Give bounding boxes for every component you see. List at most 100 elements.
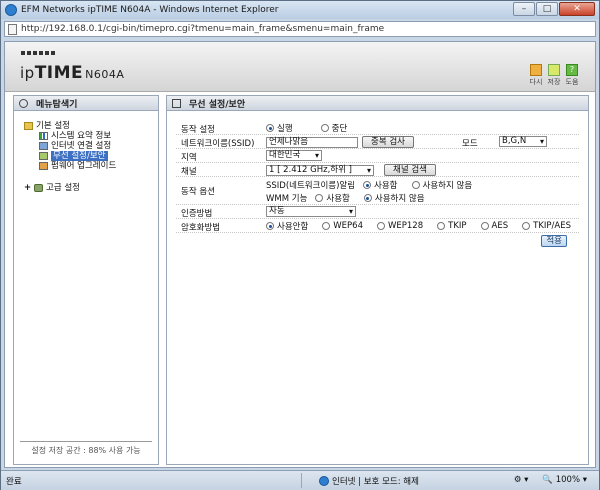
radio-icon[interactable] — [315, 194, 324, 202]
firmware-icon — [39, 162, 48, 170]
sidebar-item-label: 무선 설정/보안 — [51, 151, 108, 161]
wireless-settings-form: 동작 설정 실행 중단 네트워크이름(SSID) 언제나맑음 중복 검사 모드 … — [176, 121, 579, 249]
radio-icon[interactable] — [411, 181, 420, 189]
magnifier-icon — [19, 98, 28, 108]
globe-icon — [319, 476, 329, 486]
save-button[interactable]: 저장 — [547, 64, 561, 87]
encryption-options: 사용안함 WEP64 WEP128 TKIP AES TKIP/AES — [266, 220, 581, 232]
menu-explorer-panel: 메뉴탐색기 기본 설정 시스템 요약 정보 인터넷 연결 설정 무선 설정/보안… — [13, 95, 159, 465]
tree-advanced-settings[interactable]: + 고급 설정 — [24, 183, 116, 193]
close-button[interactable]: ✕ — [559, 2, 595, 16]
help-button[interactable]: ? 도움 — [565, 64, 579, 87]
security-zone-text: 인터넷 | 보호 모드: 해제 — [332, 477, 419, 487]
sidebar-item-label: 시스템 요약 정보 — [51, 131, 112, 141]
region-label: 지역 — [181, 153, 197, 163]
iptime-logo: ipTIME N604A — [20, 63, 124, 83]
region-controls: 대한민국 — [266, 150, 322, 161]
radio-selected-icon[interactable] — [266, 222, 274, 230]
security-zone[interactable]: 인터넷 | 보호 모드: 해제 — [319, 475, 419, 487]
enc-tkip-aes-label: TKIP/AES — [533, 221, 571, 231]
minimize-button[interactable]: – — [513, 2, 535, 16]
router-header: ipTIME N604A 다시 저장 ? 도움 — [5, 42, 595, 92]
mode-select[interactable]: B,G,N — [499, 136, 547, 147]
header-tools: 다시 저장 ? 도움 — [529, 64, 579, 87]
region-row: 지역 대한민국 — [176, 149, 579, 163]
enc-wep64-radio[interactable]: WEP64 — [322, 221, 363, 231]
enc-wep128-radio[interactable]: WEP128 — [377, 221, 423, 231]
page-icon — [8, 23, 17, 35]
enc-wep128-label: WEP128 — [388, 221, 424, 231]
wmm-off-radio[interactable]: 사용하지 않음 — [363, 192, 425, 204]
operation-run-radio[interactable]: 실행 — [266, 122, 293, 134]
ssid-broadcast-off-label: 사용하지 않음 — [422, 181, 473, 191]
ssid-controls: 언제나맑음 중복 검사 — [266, 136, 414, 148]
encryption-row: 암호화방법 사용안함 WEP64 WEP128 TKIP AES TKIP/AE… — [176, 219, 579, 233]
operation-row: 동작 설정 실행 중단 — [176, 121, 579, 135]
status-text: 완료 — [6, 477, 22, 487]
protected-mode-icon[interactable]: ⚙ ▾ — [514, 475, 529, 485]
options-label: 동작 옵션 — [181, 187, 215, 197]
ssid-input[interactable]: 언제나맑음 — [266, 136, 358, 148]
auth-select[interactable]: 자동 — [266, 206, 356, 217]
ssid-broadcast-on-label: 사용함 — [374, 181, 398, 191]
radio-icon[interactable] — [522, 222, 531, 230]
logo-model-text: N604A — [85, 68, 125, 81]
advanced-settings-label: 고급 설정 — [46, 183, 80, 193]
wmm-controls: WMM 기능 사용함 사용하지 않음 — [266, 192, 435, 204]
maximize-button[interactable]: □ — [536, 2, 558, 16]
chart-icon — [39, 132, 48, 140]
window-title: EFM Networks ipTIME N604A - Windows Inte… — [21, 5, 279, 15]
apply-button[interactable]: 적용 — [541, 235, 567, 247]
expand-plus-icon[interactable]: + — [24, 183, 32, 193]
ssid-broadcast-on-radio[interactable]: 사용함 — [363, 179, 398, 191]
tree-basic-settings[interactable]: 기본 설정 — [24, 121, 116, 131]
status-divider — [301, 473, 302, 488]
gear-folder-icon — [34, 184, 43, 192]
sidebar-item-system-summary[interactable]: 시스템 요약 정보 — [24, 131, 116, 141]
operation-stop-radio[interactable]: 중단 — [320, 122, 347, 134]
address-url[interactable]: http://192.168.0.1/cgi-bin/timepro.cgi?t… — [21, 24, 384, 34]
radio-selected-icon[interactable] — [363, 181, 372, 189]
wmm-on-radio[interactable]: 사용함 — [315, 192, 350, 204]
zoom-control[interactable]: 🔍 100% ▾ — [542, 475, 587, 485]
channel-select[interactable]: 1 [ 2.412 GHz,하위 ] — [266, 164, 374, 176]
radio-icon[interactable] — [320, 124, 329, 132]
duplicate-check-button[interactable]: 중복 검사 — [362, 136, 414, 148]
enc-tkip-radio[interactable]: TKIP — [437, 221, 467, 231]
content-header: 무선 설정/보안 — [167, 96, 588, 111]
page-settings-icon — [172, 98, 181, 108]
sidebar-item-firmware-upgrade[interactable]: 펌웨어 업그레이드 — [24, 161, 116, 171]
page-viewport: ipTIME N604A 다시 저장 ? 도움 메뉴탐색기 기본 설정 시스템 … — [4, 41, 596, 468]
sidebar-item-wireless-security[interactable]: 무선 설정/보안 — [24, 151, 116, 161]
radio-icon[interactable] — [322, 222, 331, 230]
channel-controls: 1 [ 2.412 GHz,하위 ] 채널 검색 — [266, 164, 436, 176]
auth-controls: 자동 — [266, 206, 356, 217]
enc-none-radio[interactable]: 사용안함 — [266, 220, 308, 232]
logo-time-text: TIME — [34, 63, 84, 83]
operation-label: 동작 설정 — [181, 125, 215, 135]
status-bar: 완료 인터넷 | 보호 모드: 해제 ⚙ ▾ 🔍 100% ▾ — [1, 470, 599, 490]
address-bar[interactable]: http://192.168.0.1/cgi-bin/timepro.cgi?t… — [4, 21, 596, 37]
ssid-broadcast-controls: SSID(네트워크이름)알림 사용함 사용하지 않음 — [266, 179, 482, 191]
options-row: 동작 옵션 SSID(네트워크이름)알림 사용함 사용하지 않음 WMM 기능 … — [176, 177, 579, 205]
help-label: 도움 — [565, 78, 579, 86]
radio-selected-icon[interactable] — [363, 194, 372, 202]
ssid-broadcast-label: SSID(네트워크이름)알림 — [266, 181, 356, 191]
ssid-broadcast-off-radio[interactable]: 사용하지 않음 — [411, 179, 473, 191]
ssid-row: 네트워크이름(SSID) 언제나맑음 중복 검사 모드 B,G,N — [176, 135, 579, 149]
sidebar-item-internet-setup[interactable]: 인터넷 연결 설정 — [24, 141, 116, 151]
radio-icon[interactable] — [480, 222, 489, 230]
radio-icon[interactable] — [377, 222, 385, 230]
enc-aes-radio[interactable]: AES — [480, 221, 508, 231]
region-select[interactable]: 대한민국 — [266, 150, 322, 161]
save-label: 저장 — [547, 78, 561, 86]
internet-explorer-icon — [5, 4, 17, 16]
channel-search-button[interactable]: 채널 검색 — [384, 164, 436, 176]
enc-tkip-aes-radio[interactable]: TKIP/AES — [522, 221, 571, 231]
radio-icon[interactable] — [437, 222, 446, 230]
radio-selected-icon[interactable] — [266, 124, 274, 132]
wmm-off-label: 사용하지 않음 — [374, 194, 425, 204]
refresh-button[interactable]: 다시 — [529, 64, 543, 87]
network-icon — [39, 142, 48, 150]
ssid-label: 네트워크이름(SSID) — [181, 139, 255, 149]
